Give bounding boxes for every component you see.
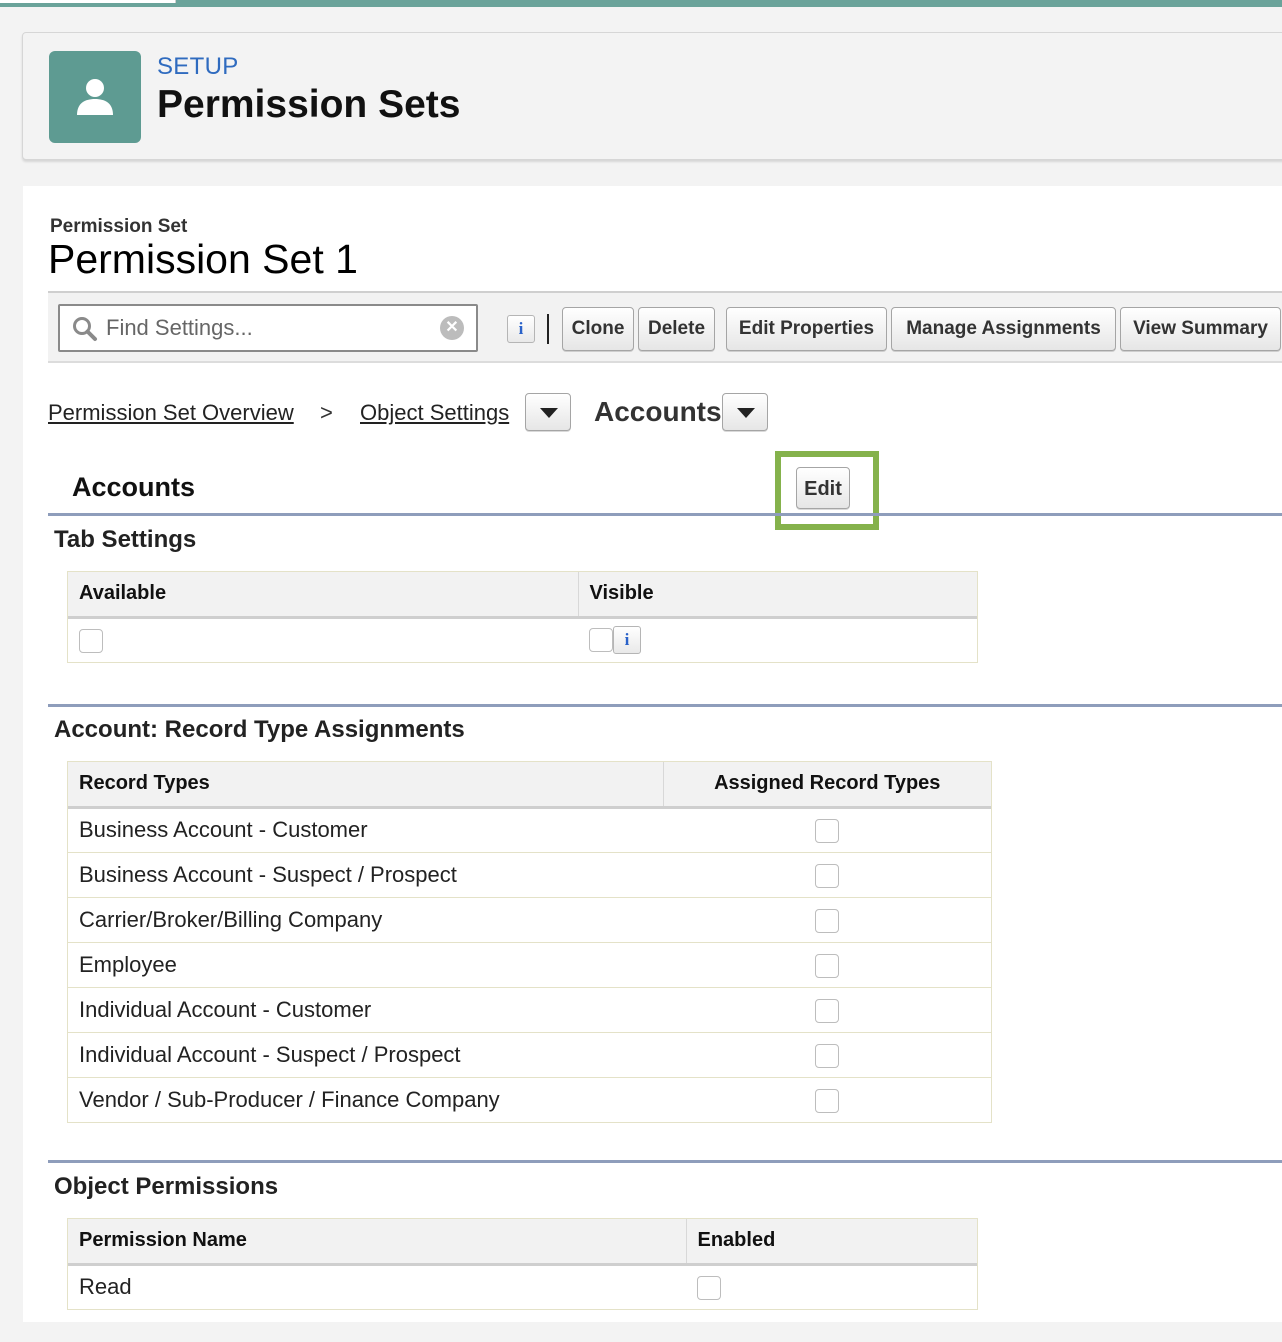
breadcrumb: Permission Set Overview > Object Setting… [48,392,1248,432]
table-row: Individual Account - Customer [68,986,991,1032]
breadcrumb-object-settings-link[interactable]: Object Settings [360,400,509,426]
top-accent-bar [0,0,1282,7]
info-icon[interactable]: i [507,315,535,343]
available-checkbox[interactable] [79,629,103,654]
row-label: Individual Account - Customer [68,986,663,1032]
view-summary-button[interactable]: View Summary [1120,307,1281,351]
toolbar-divider [547,314,549,344]
table-row: Business Account - Customer [68,806,991,852]
object-permissions-title: Object Permissions [54,1173,279,1200]
manage-assignments-button[interactable]: Manage Assignments [891,307,1116,351]
tab-settings-title: Tab Settings [54,526,197,553]
section-rule [48,513,1282,516]
breadcrumb-overview-link[interactable]: Permission Set Overview [48,400,294,426]
row-label: Individual Account - Suspect / Prospect [68,1031,663,1077]
edit-properties-button[interactable]: Edit Properties [726,307,887,351]
row-label: Vendor / Sub-Producer / Finance Company [68,1076,663,1122]
column-header: Assigned Record Types [663,762,991,809]
row-label: Read [68,1263,686,1309]
tab-settings-table: Available Visible i [67,571,978,663]
assigned-record-type-checkbox[interactable] [815,953,839,978]
user-icon [49,51,141,143]
table-row: Read [68,1263,977,1309]
assigned-record-type-checkbox[interactable] [815,1043,839,1068]
assigned-record-type-checkbox[interactable] [815,819,839,844]
table-row: Individual Account - Suspect / Prospect [68,1031,991,1077]
search-icon [72,316,98,347]
page-header: SETUP Permission Sets [22,32,1282,160]
table-row: Carrier/Broker/Billing Company [68,896,991,942]
column-header: Record Types [68,762,664,809]
delete-button[interactable]: Delete [638,307,715,351]
chevron-down-icon [737,408,755,418]
search-input[interactable] [106,312,426,344]
assigned-record-type-checkbox[interactable] [815,998,839,1023]
column-header: Visible [578,572,977,619]
permission-set-kicker: Permission Set [50,216,188,237]
assigned-record-type-checkbox[interactable] [815,1088,839,1113]
chevron-down-icon [540,408,558,418]
table-row: Vendor / Sub-Producer / Finance Company [68,1076,991,1122]
object-settings-dropdown-button[interactable] [525,393,571,431]
clone-button[interactable]: Clone [562,307,634,351]
row-label: Employee [68,941,663,987]
record-types-table: Record Types Assigned Record Types Busin… [67,761,992,1123]
object-section-title: Accounts [72,472,196,502]
top-tab-edge [0,0,176,3]
table-row: Business Account - Suspect / Prospect [68,851,991,897]
toolbar: ✕ i Clone Delete Edit Properties Manage … [48,291,1282,363]
accounts-dropdown-button[interactable] [722,393,768,431]
column-header: Available [68,572,579,619]
clear-search-icon[interactable]: ✕ [440,316,464,340]
column-header: Permission Name [68,1219,687,1266]
column-header: Enabled [686,1219,977,1266]
section-rule [48,1160,1282,1163]
row-label: Business Account - Customer [68,806,663,852]
assigned-record-type-checkbox[interactable] [815,908,839,933]
breadcrumb-current: Accounts [594,396,722,427]
table-row: Employee [68,941,991,987]
record-types-title: Account: Record Type Assignments [54,716,465,743]
page-title: Permission Sets [157,83,461,126]
object-permissions-table: Permission Name Enabled Read [67,1218,978,1310]
section-rule [48,704,1282,707]
info-icon[interactable]: i [613,626,641,655]
header-kicker: SETUP [157,53,239,80]
main-content: Permission Set Permission Set 1 ✕ i Clon… [23,186,1282,1322]
breadcrumb-separator: > [320,400,333,425]
table-row: i [68,616,977,662]
row-label: Carrier/Broker/Billing Company [68,896,663,942]
visible-checkbox[interactable] [589,628,613,653]
permission-set-title: Permission Set 1 [48,236,358,282]
row-label: Business Account - Suspect / Prospect [68,851,663,897]
assigned-record-type-checkbox[interactable] [815,863,839,888]
enabled-checkbox[interactable] [697,1276,721,1301]
search-box[interactable]: ✕ [58,304,478,352]
edit-button[interactable]: Edit [796,467,850,509]
